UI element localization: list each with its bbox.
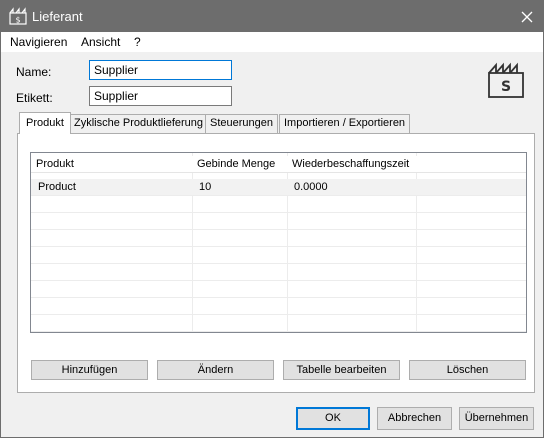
window-title: Lieferant: [32, 9, 83, 24]
tag-field[interactable]: Supplier: [89, 86, 232, 106]
empty-row: [31, 281, 526, 298]
tab-product[interactable]: Produkt: [19, 112, 71, 134]
empty-row: [31, 230, 526, 247]
table-row[interactable]: Product 10 0.0000: [31, 179, 526, 196]
close-icon: [521, 11, 533, 22]
product-table[interactable]: Produkt Gebinde Menge Wiederbeschaffungs…: [30, 152, 527, 333]
tab-cyclic-delivery[interactable]: Zyklische Produktlieferung: [69, 114, 209, 133]
cell-lead-time: 0.0000: [294, 181, 328, 193]
empty-row: [31, 213, 526, 230]
title-bar[interactable]: $ Lieferant: [1, 1, 543, 32]
supplier-dialog: $ Lieferant Navigieren Ansicht ? Name: S…: [0, 0, 544, 438]
delete-button[interactable]: Löschen: [409, 360, 526, 380]
menu-view[interactable]: Ansicht: [81, 35, 120, 49]
cell-pack-quantity: 10: [199, 181, 212, 193]
edit-button[interactable]: Ändern: [157, 360, 274, 380]
menu-navigate[interactable]: Navigieren: [10, 35, 67, 49]
name-field[interactable]: Supplier: [89, 60, 232, 80]
icon-letter: S: [501, 79, 511, 95]
apply-button[interactable]: Übernehmen: [459, 407, 534, 430]
table-header: Produkt Gebinde Menge Wiederbeschaffungs…: [31, 156, 526, 173]
supplier-icon: $: [9, 7, 27, 25]
supplier-large-icon: S: [488, 62, 524, 98]
cell-product: Product: [38, 181, 76, 193]
column-header-product[interactable]: Produkt: [31, 156, 192, 173]
ok-button[interactable]: OK: [296, 407, 370, 430]
cancel-button[interactable]: Abbrechen: [377, 407, 452, 430]
empty-row: [31, 196, 526, 213]
empty-row: [31, 247, 526, 264]
empty-row: [31, 298, 526, 315]
menu-help[interactable]: ?: [134, 35, 141, 49]
column-header-lead-time[interactable]: Wiederbeschaffungszeit: [287, 156, 416, 173]
svg-text:$: $: [15, 16, 20, 25]
add-button[interactable]: Hinzufügen: [31, 360, 148, 380]
empty-row: [31, 264, 526, 281]
close-button[interactable]: [511, 1, 543, 32]
empty-row: [31, 315, 526, 332]
tab-controls[interactable]: Steuerungen: [205, 114, 278, 133]
tag-label: Etikett:: [16, 91, 53, 105]
name-label: Name:: [16, 65, 52, 79]
menu-bar: Navigieren Ansicht ?: [1, 32, 543, 52]
column-header-pack-quantity[interactable]: Gebinde Menge: [192, 156, 287, 173]
tab-import-export[interactable]: Importieren / Exportieren: [279, 114, 411, 133]
product-tab-panel: Produkt Gebinde Menge Wiederbeschaffungs…: [17, 133, 535, 393]
edit-table-button[interactable]: Tabelle bearbeiten: [283, 360, 400, 380]
